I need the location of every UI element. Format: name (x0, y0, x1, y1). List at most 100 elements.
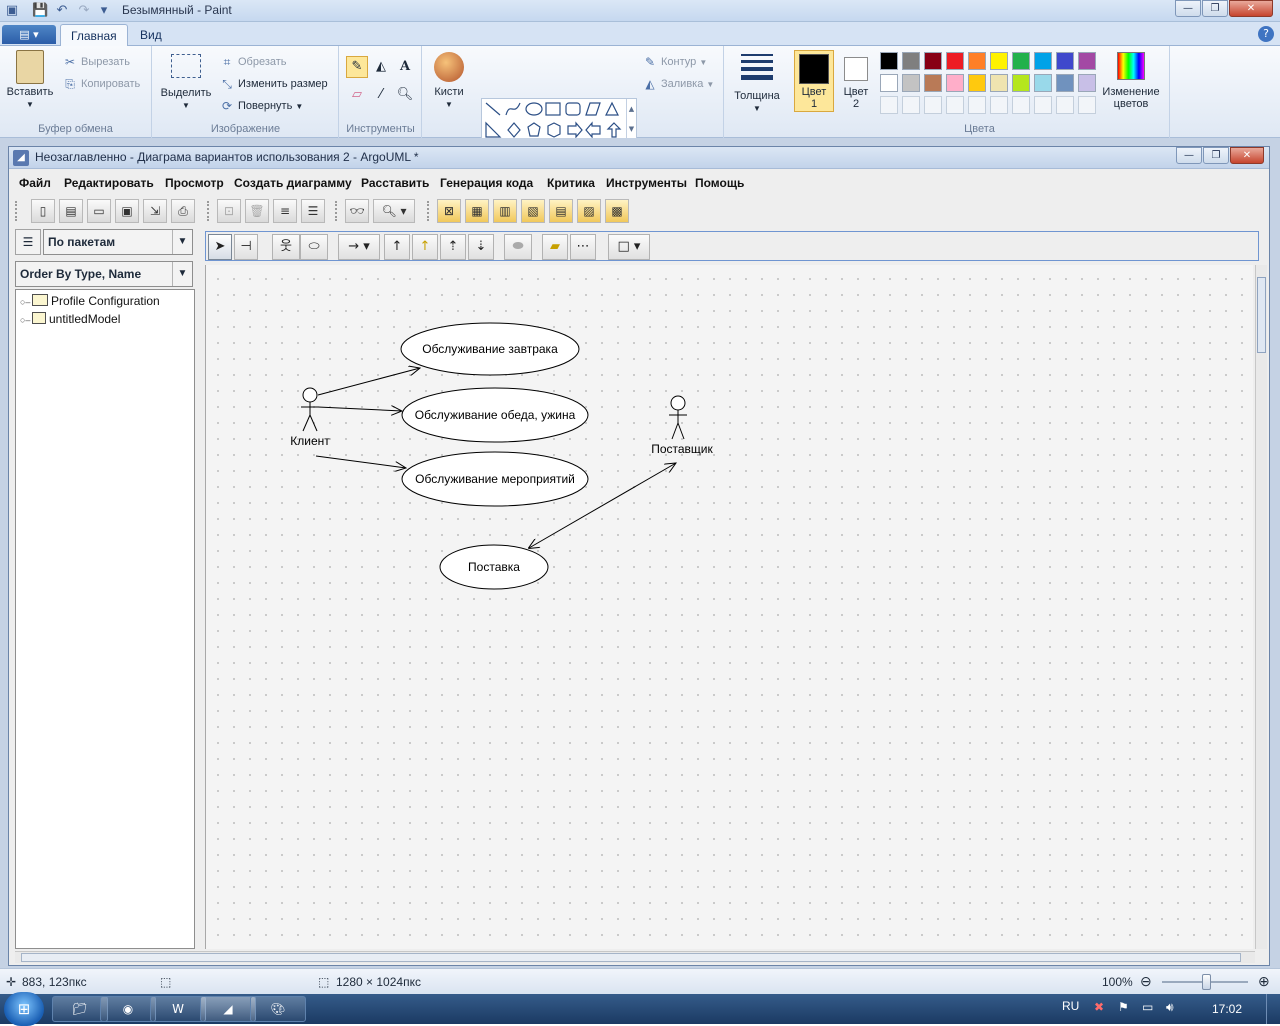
palette-swatch[interactable] (1034, 52, 1052, 70)
new-sequence-diagram-icon[interactable]: ▥ (493, 199, 517, 223)
cut-button[interactable]: ✂ Вырезать (62, 54, 130, 70)
custom-color-slot[interactable] (990, 96, 1008, 114)
save-icon[interactable]: 💾 (32, 3, 48, 19)
open-project-icon[interactable]: ▤ (59, 199, 83, 223)
palette-swatch[interactable] (924, 74, 942, 92)
menu-create-diagram[interactable]: Создать диаграмму (234, 176, 352, 190)
toolbar-grip[interactable] (427, 201, 431, 221)
tab-home[interactable]: Главная (60, 24, 128, 46)
palette-swatch[interactable] (946, 52, 964, 70)
menu-edit[interactable]: Редактировать (64, 176, 154, 190)
menu-file[interactable]: Файл (19, 176, 51, 190)
custom-color-slot[interactable] (946, 96, 964, 114)
use-case-breakfast[interactable]: Обслуживание завтрака (400, 322, 580, 376)
paint-app-icon[interactable]: ▣ (4, 3, 20, 19)
palette-swatch[interactable] (968, 52, 986, 70)
menu-tools[interactable]: Инструменты (606, 176, 687, 190)
menu-critique[interactable]: Критика (547, 176, 595, 190)
clock[interactable]: 17:02 (1212, 1002, 1242, 1016)
custom-color-slot[interactable] (902, 96, 920, 114)
palette-swatch[interactable] (990, 52, 1008, 70)
palette-swatch[interactable] (1012, 74, 1030, 92)
pencil-icon[interactable]: ✎ (346, 56, 368, 78)
actor-client[interactable] (301, 387, 319, 432)
new-class-diagram-icon[interactable]: ▦ (465, 199, 489, 223)
palette-swatch[interactable] (902, 52, 920, 70)
crop-button[interactable]: ⌗ Обрезать (219, 54, 287, 70)
magnifier-icon[interactable]: 🔍︎ (394, 84, 416, 106)
redo-icon[interactable]: ↷ (76, 3, 92, 19)
palette-swatch[interactable] (1056, 74, 1074, 92)
palette-swatch[interactable] (946, 74, 964, 92)
close-project-icon[interactable]: ▭ (87, 199, 111, 223)
resize-button[interactable]: ⤡ Изменить размер (219, 76, 327, 92)
diagram-horizontal-scrollbar[interactable] (15, 951, 1255, 963)
palette-swatch[interactable] (990, 74, 1008, 92)
tree-item-profile-configuration[interactable]: ○– Profile Configuration (20, 294, 160, 308)
toolbar-grip[interactable] (15, 201, 19, 221)
palette-swatch[interactable] (1078, 52, 1096, 70)
new-activity-diagram-icon[interactable]: ▨ (577, 199, 601, 223)
volume-icon[interactable]: 🔊︎ (1166, 1000, 1174, 1015)
broom-tool-icon[interactable]: ⊣ (234, 234, 258, 260)
custom-color-slot[interactable] (924, 96, 942, 114)
thickness-button[interactable]: Толщина ▼ (729, 54, 785, 114)
copy-button[interactable]: ⎘ Копировать (62, 76, 140, 92)
tree-expander-icon[interactable]: ○– (20, 315, 30, 325)
extend-tool-icon[interactable]: ⇡ (440, 234, 466, 260)
color-picker-icon[interactable]: ⁄ (370, 84, 392, 106)
association-client-lunch[interactable] (317, 407, 402, 411)
paint-minimize-button[interactable]: — (1175, 0, 1201, 17)
power-icon[interactable]: ▭ (1142, 1000, 1153, 1014)
argouml-minimize-button[interactable]: — (1176, 147, 1202, 164)
color1-button[interactable]: Цвет 1 (794, 50, 834, 112)
new-statechart-diagram-icon[interactable]: ▤ (549, 199, 573, 223)
zoom-slider-thumb[interactable] (1202, 974, 1211, 990)
dependency-tool-icon[interactable]: ↑ (384, 234, 410, 260)
association-client-events[interactable] (315, 455, 406, 468)
shape-tool-icon[interactable]: □ ▾ (608, 234, 650, 260)
rotate-button[interactable]: ⟳ Повернуть ▼ (219, 98, 303, 114)
start-button[interactable]: ⊞ (4, 992, 44, 1026)
save-project-icon[interactable]: ▣ (115, 199, 139, 223)
toolbar-grip[interactable] (335, 201, 339, 221)
association-tool-icon[interactable]: → ▾ (338, 234, 380, 260)
save-as-icon[interactable]: ⇲ (143, 199, 167, 223)
palette-swatch[interactable] (902, 74, 920, 92)
extension-point-tool-icon[interactable]: ⬬ (504, 234, 532, 260)
paint-restore-button[interactable]: ❐ (1202, 0, 1228, 17)
brushes-button[interactable]: Кисти ▼ (427, 52, 471, 110)
outline-button[interactable]: ✎ Контур ▼ (642, 54, 707, 70)
vertical-scroll-thumb[interactable] (1257, 277, 1266, 353)
diagram-canvas[interactable]: Клиент Поставщик Обслуживание завтрака О… (205, 265, 1253, 949)
custom-color-slot[interactable] (1078, 96, 1096, 114)
eraser-icon[interactable]: ▱ (346, 84, 368, 106)
zoom-dropdown-icon[interactable]: 🔍︎ ▾ (373, 199, 415, 223)
order-select[interactable]: Order By Type, Name ▼ (15, 261, 193, 287)
use-case-delivery[interactable]: Поставка (439, 544, 549, 590)
menu-generation[interactable]: Генерация кода (440, 176, 533, 190)
use-case-events[interactable]: Обслуживание мероприятий (401, 451, 589, 507)
comment-tool-icon[interactable]: ▰ (542, 234, 568, 260)
tree-item-untitled-model[interactable]: ○– untitledModel (20, 312, 120, 326)
fill-bucket-icon[interactable]: ◭ (370, 56, 392, 78)
argouml-restore-button[interactable]: ❐ (1203, 147, 1229, 164)
palette-swatch[interactable] (1078, 74, 1096, 92)
palette-swatch[interactable] (880, 74, 898, 92)
show-desktop-button[interactable] (1266, 994, 1280, 1024)
new-use-case-diagram-icon[interactable]: ⊠ (437, 199, 461, 223)
palette-swatch[interactable] (924, 52, 942, 70)
actor-tool-icon[interactable]: 웃 (272, 234, 300, 260)
undo-icon[interactable]: ↶ (54, 3, 70, 19)
action-center-icon[interactable]: ⚑ (1118, 1000, 1129, 1014)
generalization-tool-icon[interactable]: ↑ (412, 234, 438, 260)
palette-swatch[interactable] (880, 52, 898, 70)
horizontal-scroll-thumb[interactable] (21, 953, 1241, 962)
select-tool-icon[interactable]: ➤ (208, 234, 232, 260)
zoom-in-icon[interactable]: ⊕ (1258, 973, 1270, 990)
diagram-vertical-scrollbar[interactable] (1255, 265, 1267, 949)
perspective-select[interactable]: По пакетам ▼ (43, 229, 193, 255)
new-project-icon[interactable]: ▯ (31, 199, 55, 223)
delete-icon[interactable]: 🗑︎ (245, 199, 269, 223)
use-case-tool-icon[interactable]: ⬭ (300, 234, 328, 260)
